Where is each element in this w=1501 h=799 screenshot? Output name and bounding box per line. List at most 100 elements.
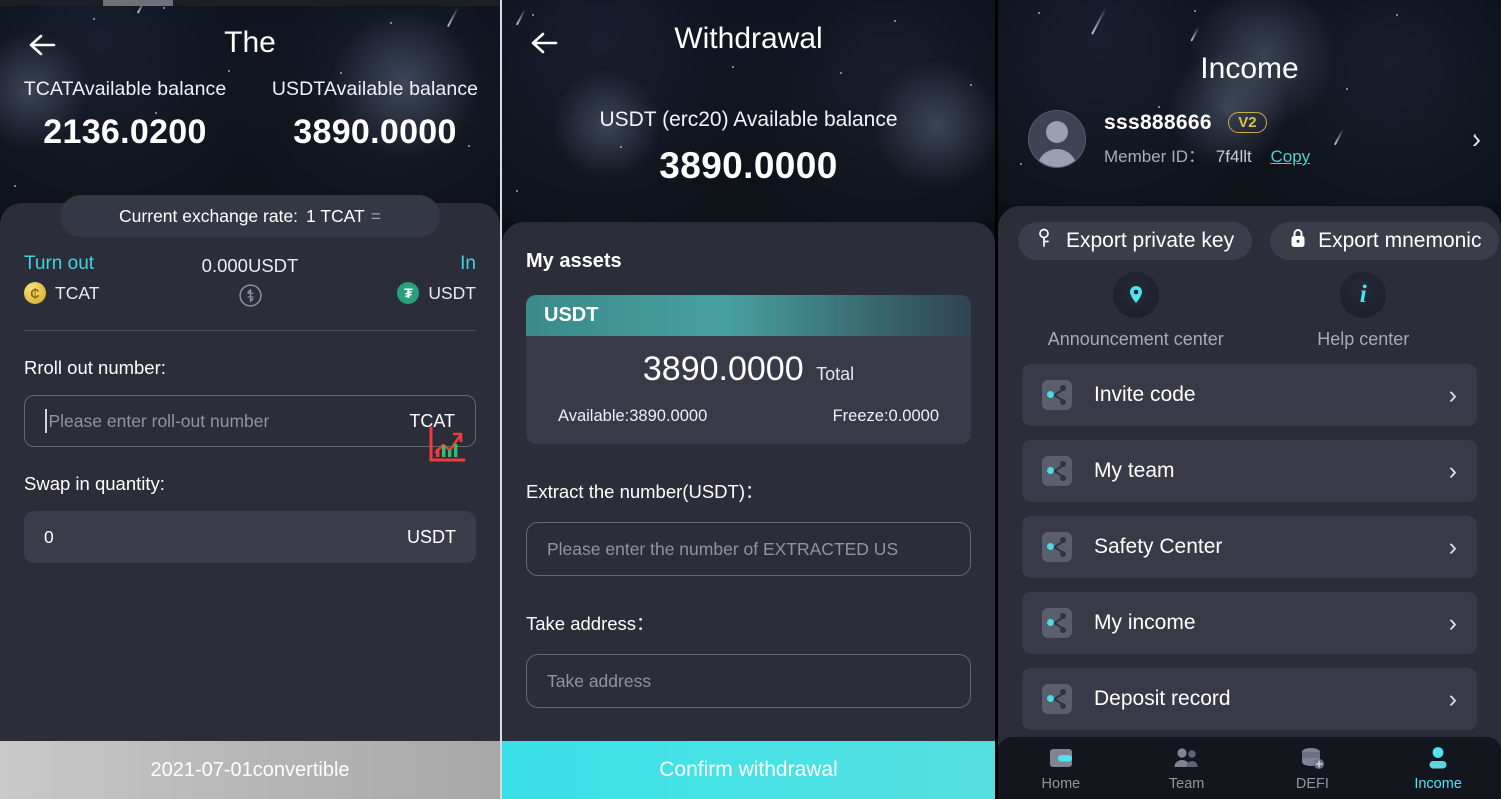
swapin-value: 0 — [44, 526, 54, 547]
menu-item-deposit-record[interactable]: Deposit record › — [1022, 668, 1477, 730]
swap-out-caption: Turn out — [24, 253, 95, 274]
balance-usdt-value: 3890.0000 — [293, 113, 457, 151]
withdrawal-balance: 3890.0000 — [659, 145, 838, 186]
swapin-input[interactable]: 0 USDT — [24, 511, 476, 563]
swap-in-side[interactable]: In ₮ USDT — [326, 253, 476, 304]
asset-card-total-value: 3890.0000 — [642, 350, 804, 388]
member-id-label: Member ID： — [1104, 147, 1206, 166]
user-profile-row[interactable]: sss888666 V2 Member ID： 7f4llt Copy › — [1028, 110, 1481, 168]
rollout-input[interactable]: Please enter roll-out number TCAT — [24, 395, 476, 447]
tab-income[interactable]: Income — [1375, 744, 1501, 792]
take-address-placeholder: Take address — [547, 670, 652, 691]
announcement-center-label: Announcement center — [1047, 329, 1224, 349]
bottom-tab-bar: Home Team DEFI Income — [998, 737, 1501, 799]
tab-home-label: Home — [1041, 776, 1081, 792]
asset-card-footer: Available:3890.0000 Freeze:0.0000 — [526, 391, 971, 444]
asset-card-symbol: USDT — [526, 295, 971, 336]
tab-team-label: Team — [1168, 776, 1205, 792]
swap-circle-icon[interactable] — [174, 283, 326, 308]
asset-card-amount: 3890.0000 Total — [526, 336, 971, 391]
menu-item-my-team[interactable]: My team › — [1022, 440, 1477, 502]
extract-number-label: Extract the number(USDT)： — [526, 481, 764, 502]
swapin-suffix: USDT — [407, 526, 456, 547]
menu-item-label: My income — [1094, 611, 1196, 634]
swap-mid-amount: 0.000USDT — [201, 255, 299, 276]
chevron-right-icon: › — [1448, 608, 1457, 637]
exchange-rate-value: 1 TCAT — [306, 205, 365, 226]
person-icon — [1375, 744, 1501, 772]
exchange-rate-text: Current exchange rate: — [119, 205, 299, 226]
swap-out-coin[interactable]: ₵ TCAT — [24, 282, 174, 304]
candlestick-chart-icon[interactable] — [426, 424, 468, 471]
extract-number-input[interactable]: Please enter the number of EXTRACTED US — [526, 522, 971, 576]
user-info: sss888666 V2 Member ID： 7f4llt Copy — [1104, 111, 1310, 167]
avatar-icon — [1028, 110, 1086, 168]
wallet-icon — [998, 744, 1124, 772]
tab-team[interactable]: Team — [1124, 744, 1250, 792]
tab-defi-label: DEFI — [1295, 776, 1329, 792]
help-center-item[interactable]: i Help center — [1250, 272, 1478, 350]
user-name-row: sss888666 V2 — [1104, 111, 1310, 135]
export-private-key-button[interactable]: Export private key — [1018, 222, 1253, 260]
people-icon — [1124, 744, 1250, 772]
take-address-input[interactable]: Take address — [526, 654, 971, 708]
balance-usdt: USDTAvailable balance 3890.0000 — [250, 78, 500, 152]
exchange-rate-pill: Current exchange rate: 1 TCAT = — [60, 195, 440, 237]
balance-tcat-label: TCATAvailable balance — [23, 78, 227, 100]
balance-tcat-value: 2136.0200 — [43, 113, 207, 151]
chevron-right-icon: › — [1448, 456, 1457, 485]
page-title: Withdrawal — [674, 22, 823, 55]
swap-in-caption: In — [460, 253, 476, 274]
horizontal-scrollbar[interactable] — [0, 0, 500, 6]
panel-withdrawal: Withdrawal USDT (erc20) Available balanc… — [500, 0, 995, 799]
member-id-value: 7f4llt — [1215, 147, 1252, 166]
tab-defi[interactable]: DEFI — [1250, 744, 1376, 792]
export-buttons-row: Export private key Export mnemonic — [1018, 222, 1501, 260]
member-id-row: Member ID： 7f4llt Copy — [1104, 142, 1310, 167]
swap-mid: 0.000USDT — [174, 253, 326, 308]
share-nodes-icon — [1042, 608, 1072, 638]
income-menu-list: Invite code › My team › Safety Center › … — [1022, 364, 1477, 730]
announcement-center-item[interactable]: Announcement center — [1022, 272, 1250, 350]
export-mnemonic-label: Export mnemonic — [1318, 229, 1482, 252]
confirm-withdrawal-label: Confirm withdrawal — [659, 758, 838, 781]
help-center-label: Help center — [1317, 329, 1410, 349]
export-mnemonic-button[interactable]: Export mnemonic — [1270, 222, 1500, 260]
menu-item-label: My team — [1094, 459, 1175, 482]
swap-direction-row: Turn out ₵ TCAT 0.000USDT In ₮ USDT — [24, 253, 476, 308]
asset-card-total-label: Total — [816, 364, 855, 384]
asset-card-freeze: Freeze:0.0000 — [832, 407, 939, 425]
profile-chevron-right-icon[interactable]: › — [1472, 124, 1481, 155]
panel-income: Income sss888666 V2 Member ID： 7f4llt Co… — [995, 0, 1501, 799]
menu-item-safety-center[interactable]: Safety Center › — [1022, 516, 1477, 578]
menu-item-label: Safety Center — [1094, 535, 1223, 558]
text-caret — [45, 409, 47, 433]
rollout-placeholder: Please enter roll-out number — [48, 410, 270, 431]
swap-out-side[interactable]: Turn out ₵ TCAT — [24, 253, 174, 304]
user-name: sss888666 — [1104, 111, 1212, 134]
export-private-key-label: Export private key — [1066, 229, 1235, 252]
menu-item-label: Invite code — [1094, 383, 1196, 406]
usdt-coin-icon: ₮ — [397, 282, 420, 304]
share-nodes-icon — [1042, 532, 1072, 562]
chevron-right-icon: › — [1448, 380, 1457, 409]
swap-in-coin[interactable]: ₮ USDT — [326, 282, 476, 304]
exchange-rate-equals: = — [370, 205, 381, 226]
swapin-label: Swap in quantity: — [24, 473, 165, 494]
info-icon: i — [1340, 272, 1387, 318]
tab-home[interactable]: Home — [998, 744, 1124, 792]
confirm-withdrawal-button[interactable]: Confirm withdrawal — [502, 741, 995, 799]
share-nodes-icon — [1042, 456, 1072, 486]
exchange-form: Turn out ₵ TCAT 0.000USDT In ₮ USDT Rrol… — [0, 203, 500, 799]
asset-card-available: Available:3890.0000 — [558, 407, 708, 425]
page-title: Income — [1200, 52, 1299, 85]
copy-button[interactable]: Copy — [1270, 147, 1310, 166]
menu-item-invite-code[interactable]: Invite code › — [1022, 364, 1477, 426]
withdrawal-form: My assets USDT 3890.0000 Total Available… — [502, 222, 995, 799]
menu-item-my-income[interactable]: My income › — [1022, 592, 1477, 654]
convertible-footer-button[interactable]: 2021-07-01convertible — [0, 741, 500, 799]
panel3-hero: Income sss888666 V2 Member ID： 7f4llt Co… — [998, 0, 1501, 205]
coins-plus-icon — [1250, 744, 1376, 772]
center-shortcuts: Announcement center i Help center — [1022, 272, 1477, 350]
share-nodes-icon — [1042, 684, 1072, 714]
